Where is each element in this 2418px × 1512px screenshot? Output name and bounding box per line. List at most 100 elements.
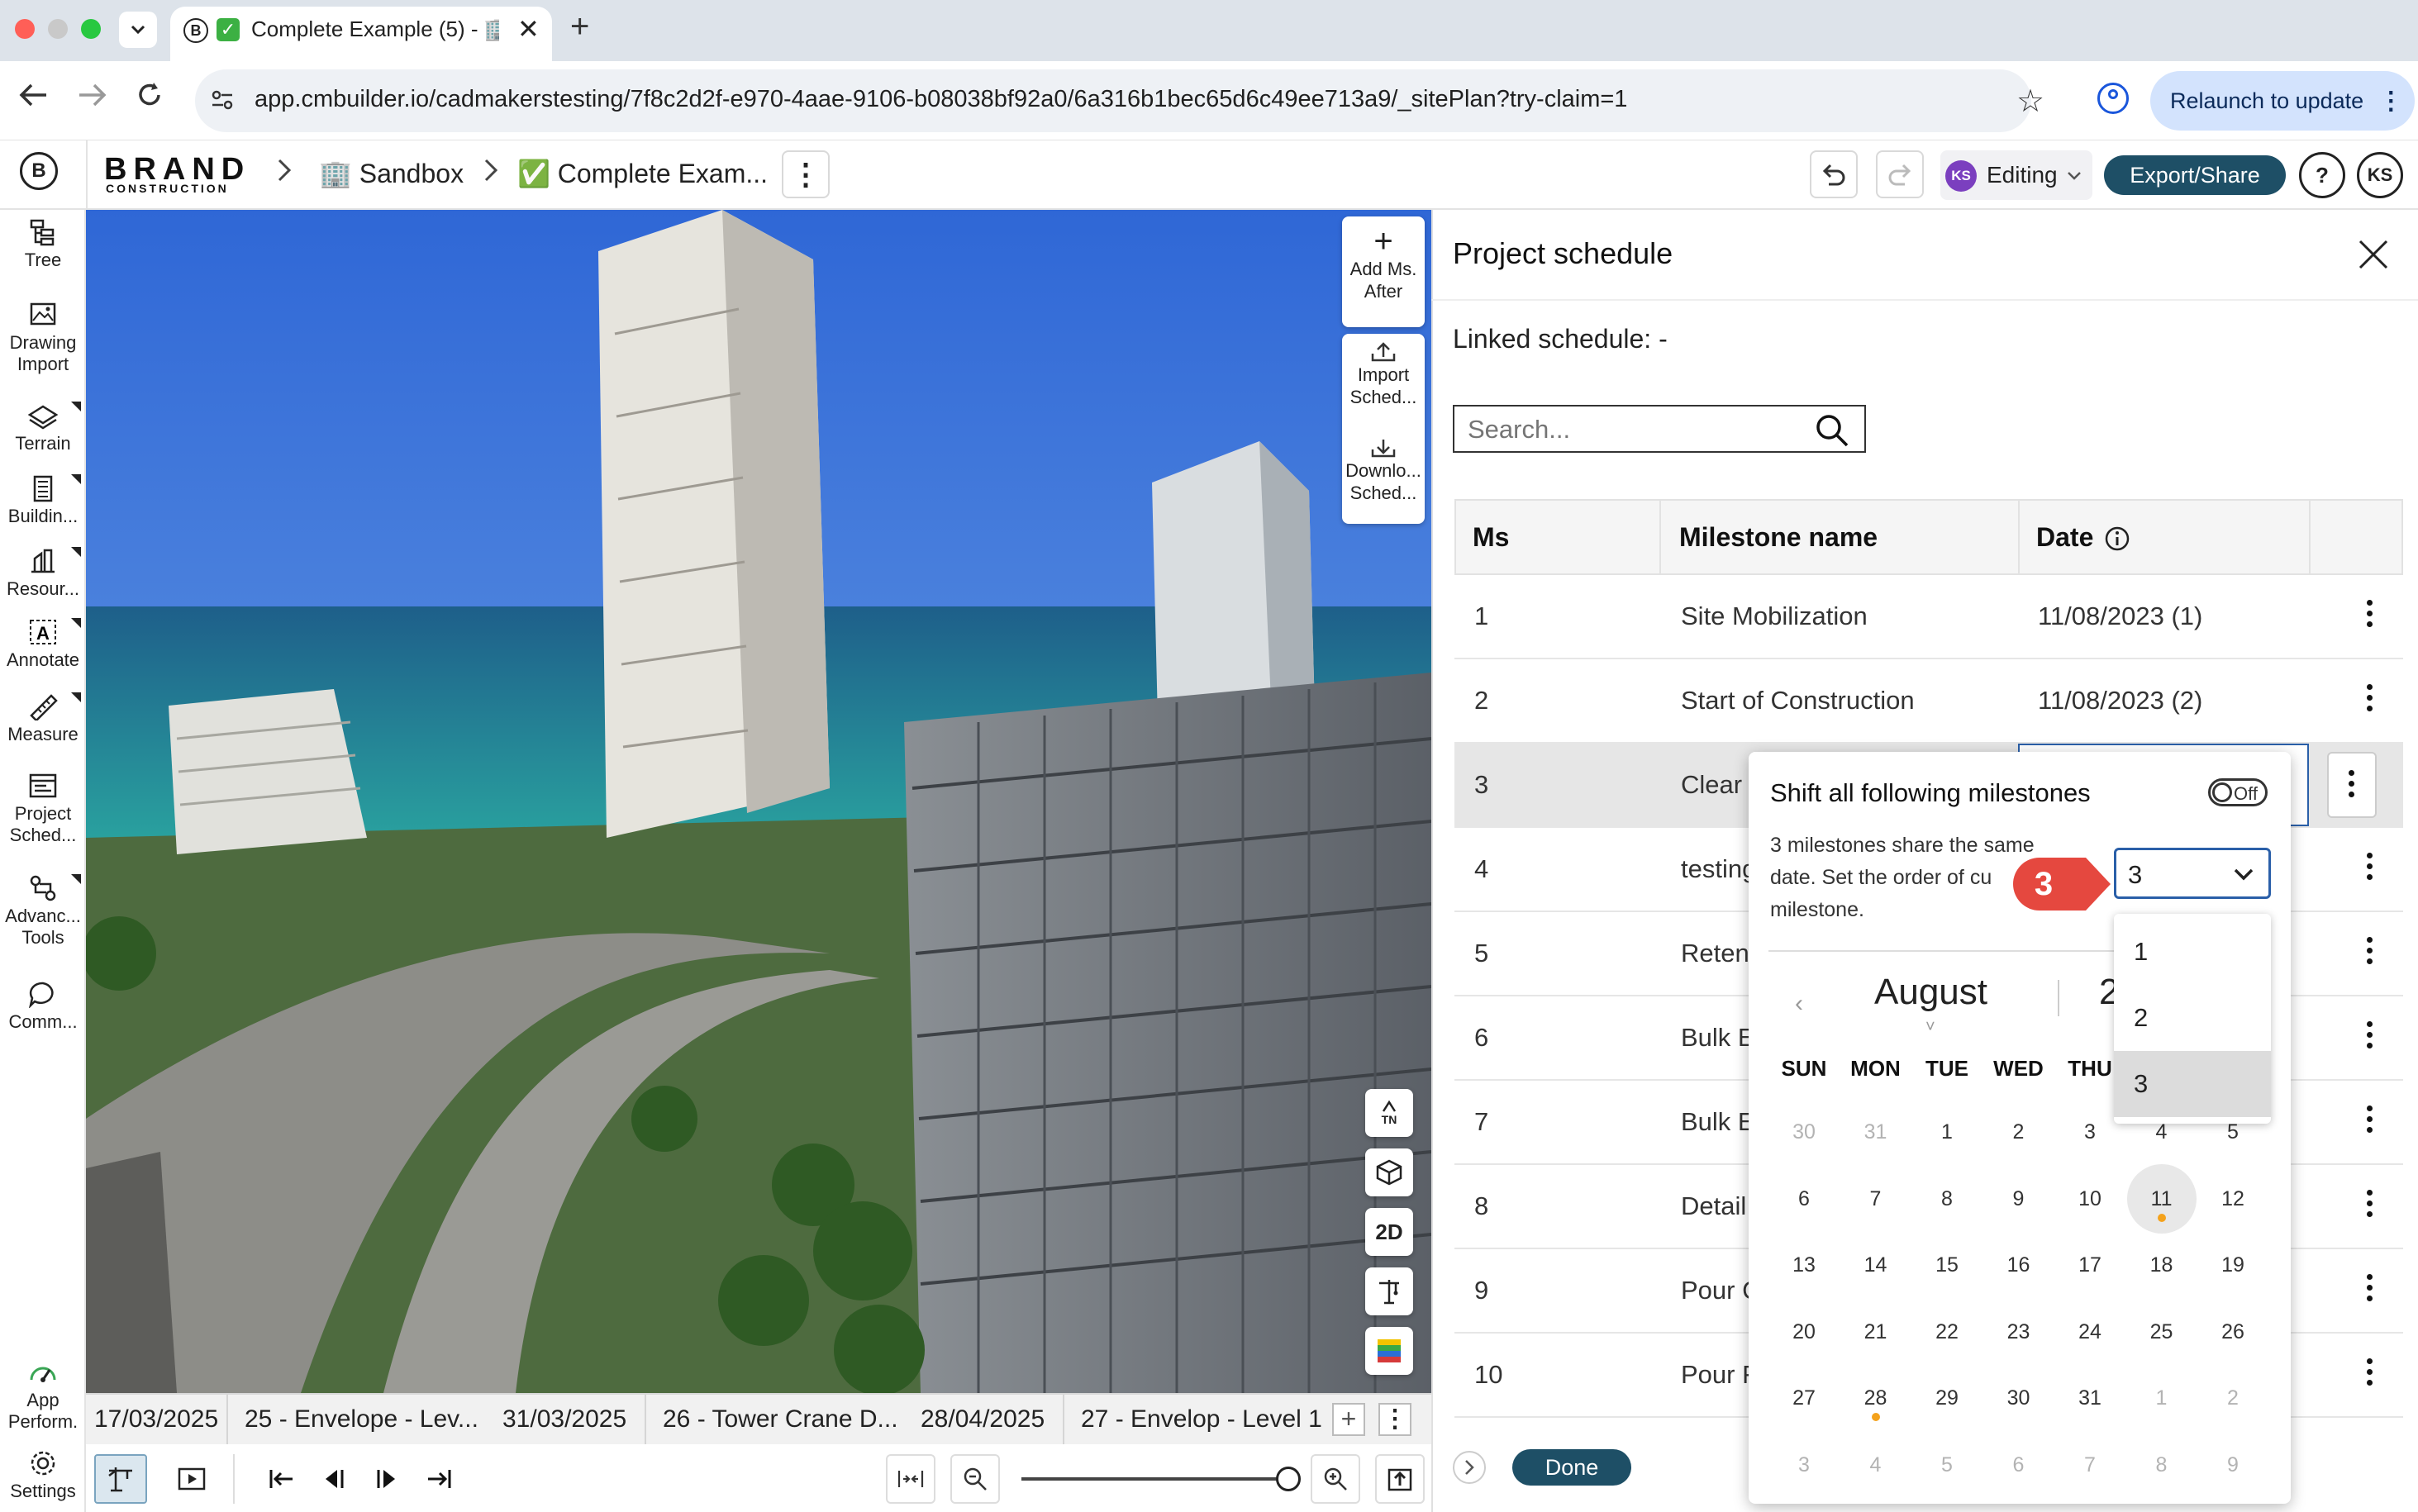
calendar-day[interactable]: 29 bbox=[1911, 1365, 1982, 1431]
order-option[interactable]: 2 bbox=[2114, 985, 2271, 1051]
zoom-slider-track[interactable] bbox=[1021, 1477, 1294, 1481]
row-menu-button[interactable] bbox=[2365, 1105, 2373, 1139]
calendar-day[interactable]: 2 bbox=[2197, 1365, 2268, 1431]
table-row[interactable]: 1 Site Mobilization 11/08/2023 (1) bbox=[1454, 575, 2403, 659]
import-schedule-button[interactable]: Import Sched... bbox=[1342, 342, 1425, 408]
project-menu-button[interactable]: ⋮ bbox=[782, 150, 830, 198]
download-schedule-button[interactable]: Downlo... Sched... bbox=[1342, 438, 1425, 504]
cell-date[interactable]: 11/08/2023 (2) bbox=[2038, 659, 2202, 742]
milestone-order-select[interactable]: 3 bbox=[2114, 848, 2271, 899]
row-menu-button[interactable] bbox=[2365, 600, 2373, 633]
timeline-date[interactable]: 28/04/2025 bbox=[912, 1395, 1045, 1444]
calendar-day[interactable]: 2 bbox=[1983, 1099, 2054, 1165]
add-milestone-after-button[interactable]: + Add Ms. After bbox=[1342, 216, 1425, 327]
export-share-button[interactable]: Export/Share bbox=[2104, 155, 2286, 195]
tool-drawing-import[interactable]: Drawing Import bbox=[0, 301, 86, 375]
calendar-day[interactable]: 26 bbox=[2197, 1299, 2268, 1365]
calendar-day[interactable]: 18 bbox=[2126, 1232, 2197, 1298]
calendar-day[interactable]: 17 bbox=[2054, 1232, 2125, 1298]
app-logo-icon[interactable]: B bbox=[20, 152, 58, 190]
fit-timeline-button[interactable] bbox=[886, 1454, 935, 1504]
bookmark-star-icon[interactable]: ☆ bbox=[2016, 83, 2044, 120]
tool-buildings[interactable]: Buildin... bbox=[0, 474, 86, 527]
jump-start-button[interactable] bbox=[256, 1454, 306, 1504]
minimize-window-button[interactable] bbox=[48, 19, 68, 39]
column-header-milestone-name[interactable]: Milestone name bbox=[1679, 501, 1878, 573]
zoom-slider-handle[interactable] bbox=[1276, 1467, 1302, 1491]
forward-arrow-icon[interactable] bbox=[78, 83, 107, 107]
calendar-day[interactable]: 16 bbox=[1983, 1232, 2054, 1298]
help-button[interactable]: ? bbox=[2299, 152, 2345, 198]
info-icon[interactable] bbox=[2104, 525, 2130, 552]
cell-milestone-name[interactable]: Start of Construction bbox=[1681, 659, 2028, 742]
timeline-date[interactable]: 31/03/2025 bbox=[494, 1395, 626, 1444]
tool-annotate[interactable]: A Annotate bbox=[0, 618, 86, 671]
calendar-day[interactable]: 19 bbox=[2197, 1232, 2268, 1298]
north-orientation-button[interactable]: TN bbox=[1365, 1089, 1413, 1137]
view-2d-button[interactable]: 2D bbox=[1365, 1208, 1413, 1256]
table-row[interactable]: 2 Start of Construction 11/08/2023 (2) bbox=[1454, 659, 2403, 744]
timeline-milestone[interactable]: 25 - Envelope - Lev... bbox=[236, 1395, 478, 1444]
3d-viewport[interactable]: + Add Ms. After Import Sched... Downlo..… bbox=[86, 210, 1431, 1393]
calendar-day[interactable]: 5 bbox=[1911, 1432, 1982, 1498]
calendar-day[interactable]: 20 bbox=[1768, 1299, 1840, 1365]
done-button[interactable]: Done bbox=[1512, 1449, 1631, 1486]
cell-date[interactable]: 11/08/2023 (1) bbox=[2038, 575, 2202, 658]
undo-button[interactable] bbox=[1810, 150, 1858, 198]
timeline-date[interactable]: 17/03/2025 bbox=[86, 1395, 218, 1444]
calendar-day[interactable]: 24 bbox=[2054, 1299, 2125, 1365]
calendar-day[interactable]: 6 bbox=[1983, 1432, 2054, 1498]
export-timeline-button[interactable] bbox=[1375, 1454, 1425, 1504]
video-playback-button[interactable] bbox=[167, 1454, 217, 1504]
row-menu-button[interactable] bbox=[2365, 937, 2373, 970]
row-menu-button[interactable] bbox=[2365, 853, 2373, 886]
breadcrumb-project[interactable]: ✅ Complete Exam... bbox=[517, 158, 768, 189]
calendar-day[interactable]: 8 bbox=[2126, 1432, 2197, 1498]
redo-button[interactable] bbox=[1876, 150, 1924, 198]
previous-month-button[interactable]: ‹ bbox=[1795, 990, 1803, 1018]
zoom-out-button[interactable] bbox=[950, 1454, 1000, 1504]
shift-following-toggle[interactable]: Off bbox=[2208, 778, 2268, 806]
tool-advanced-tools[interactable]: Advanc... Tools bbox=[0, 874, 86, 949]
zoom-in-button[interactable] bbox=[1311, 1454, 1360, 1504]
row-menu-button-active[interactable] bbox=[2327, 752, 2377, 818]
search-input[interactable] bbox=[1468, 413, 1798, 446]
calendar-day[interactable]: 12 bbox=[2197, 1166, 2268, 1232]
calendar-day[interactable]: 14 bbox=[1840, 1232, 1911, 1298]
tool-measure[interactable]: Measure bbox=[0, 692, 86, 745]
column-header-date[interactable]: Date bbox=[2036, 501, 2093, 573]
timeline-menu-button[interactable]: ⋮ bbox=[1378, 1403, 1411, 1436]
calendar-day[interactable]: 4 bbox=[1840, 1432, 1911, 1498]
browser-tab[interactable]: B ✓ Complete Example (5) - 🏢 ✕ bbox=[170, 7, 552, 61]
address-bar[interactable]: app.cmbuilder.io/cadmakerstesting/7f8c2d… bbox=[195, 69, 2044, 132]
calendar-day[interactable]: 1 bbox=[2126, 1365, 2197, 1431]
calendar-day[interactable]: 31 bbox=[1840, 1099, 1911, 1165]
timeline-add-button[interactable]: + bbox=[1332, 1403, 1365, 1436]
order-option-selected[interactable]: 3 bbox=[2114, 1051, 2271, 1117]
relaunch-button[interactable]: Relaunch to update ⋮ bbox=[2150, 71, 2415, 131]
calendar-day[interactable]: 27 bbox=[1768, 1365, 1840, 1431]
cell-milestone-name[interactable]: Site Mobilization bbox=[1681, 575, 2028, 658]
maximize-window-button[interactable] bbox=[81, 19, 101, 39]
timeline-milestone[interactable]: 27 - Envelop - Level 1 bbox=[1073, 1395, 1322, 1444]
calendar-day[interactable]: 21 bbox=[1840, 1299, 1911, 1365]
calendar-day[interactable]: 7 bbox=[1840, 1166, 1911, 1232]
calendar-day[interactable]: 10 bbox=[2054, 1166, 2125, 1232]
calendar-day[interactable]: 13 bbox=[1768, 1232, 1840, 1298]
expand-panel-button[interactable] bbox=[1453, 1451, 1486, 1484]
tool-settings[interactable]: Settings bbox=[0, 1449, 86, 1502]
tool-app-performance[interactable]: App Perform. bbox=[0, 1358, 86, 1433]
jump-end-button[interactable] bbox=[415, 1454, 464, 1504]
calendar-day[interactable]: 25 bbox=[2126, 1299, 2197, 1365]
timeline-milestone[interactable]: 26 - Tower Crane D... bbox=[654, 1395, 898, 1444]
layers-legend-button[interactable] bbox=[1365, 1327, 1413, 1375]
close-window-button[interactable] bbox=[15, 19, 35, 39]
calendar-day[interactable]: 1 bbox=[1911, 1099, 1982, 1165]
column-header-ms[interactable]: Ms bbox=[1473, 501, 1509, 573]
calendar-day[interactable]: 7 bbox=[2054, 1432, 2125, 1498]
tab-search-button[interactable] bbox=[119, 12, 157, 48]
calendar-day[interactable]: 30 bbox=[1768, 1099, 1840, 1165]
calendar-day[interactable]: 15 bbox=[1911, 1232, 1982, 1298]
row-menu-button[interactable] bbox=[2365, 1021, 2373, 1054]
calendar-day[interactable]: 23 bbox=[1983, 1299, 2054, 1365]
